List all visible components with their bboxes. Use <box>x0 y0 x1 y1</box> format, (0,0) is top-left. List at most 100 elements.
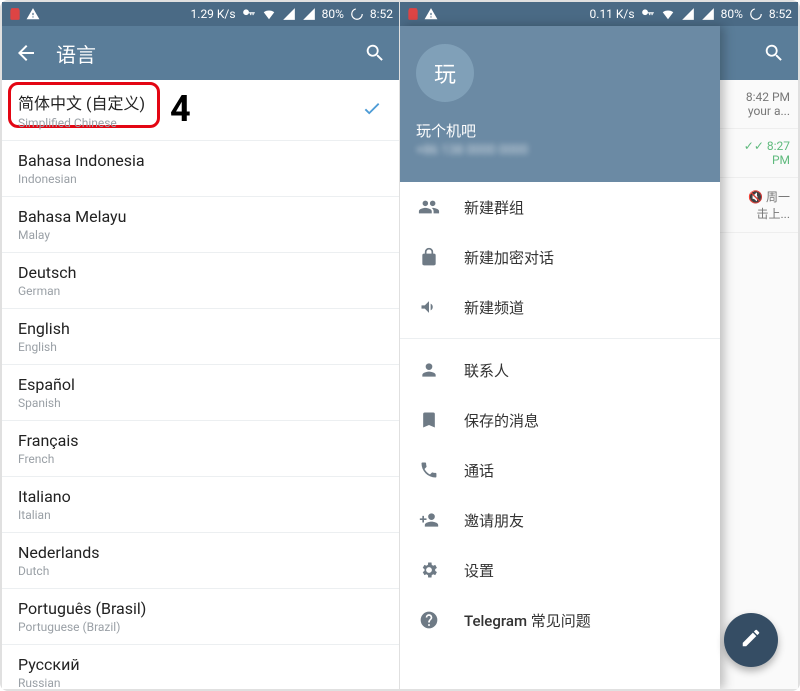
phone-icon <box>418 459 440 481</box>
drawer-item-new-group[interactable]: 新建群组 <box>400 182 720 232</box>
pencil-icon <box>740 627 762 653</box>
chat-time: 8:42 PM <box>726 90 790 104</box>
chat-list-peek: 8:42 PM your a... ✓✓ 8:27 PM 🔇 周一 击上... <box>718 26 798 689</box>
lock-icon <box>418 246 440 268</box>
drawer-label: 新建加密对话 <box>464 247 554 268</box>
drawer-label: 通话 <box>464 460 494 481</box>
language-subtitle: Portuguese (Brazil) <box>18 620 383 634</box>
drawer-header: 玩 玩个机吧 +86 138 0000 0000 <box>400 26 720 182</box>
drawer-label: 联系人 <box>464 360 509 381</box>
language-row[interactable]: Nederlands Dutch <box>2 533 399 589</box>
status-bar: 1.29 K/s 80% 8:52 <box>2 2 399 26</box>
compose-fab[interactable] <box>724 613 778 667</box>
warning-icon <box>424 7 438 21</box>
shopping-bag-icon <box>8 7 22 21</box>
chat-row-peek[interactable]: 🔇 周一 击上... <box>718 178 798 233</box>
warning-icon <box>26 7 40 21</box>
app-bar: 语言 <box>2 26 399 80</box>
battery-percent: 80% <box>721 7 743 21</box>
language-list: 4 简体中文 (自定义) Simplified Chinese Bahasa I… <box>2 80 399 689</box>
language-name: Português (Brasil) <box>18 599 383 618</box>
drawer-item-saved[interactable]: 保存的消息 <box>400 395 720 445</box>
drawer-item-contacts[interactable]: 联系人 <box>400 345 720 395</box>
search-icon[interactable] <box>363 41 387 65</box>
gear-icon <box>418 559 440 581</box>
network-speed: 1.29 K/s <box>191 7 236 21</box>
double-check-icon: ✓✓ <box>744 139 764 153</box>
drawer-label: 新建群组 <box>464 197 524 218</box>
language-subtitle: Indonesian <box>18 172 383 186</box>
language-subtitle: Simplified Chinese <box>18 116 361 130</box>
network-speed: 0.11 K/s <box>590 7 635 21</box>
app-bar-peek <box>718 26 798 80</box>
language-name: English <box>18 319 383 338</box>
language-row[interactable]: Italiano Italian <box>2 477 399 533</box>
invite-icon <box>418 509 440 531</box>
drawer-label: 设置 <box>464 560 494 581</box>
drawer-item-invite[interactable]: 邀请朋友 <box>400 495 720 545</box>
clock-time: 8:52 <box>370 7 393 21</box>
chat-time: 周一 <box>766 190 790 204</box>
group-icon <box>418 196 440 218</box>
language-subtitle: French <box>18 452 383 466</box>
signal-icon <box>282 7 296 21</box>
drawer-item-new-secret-chat[interactable]: 新建加密对话 <box>400 232 720 282</box>
language-name: Deutsch <box>18 263 383 282</box>
contact-icon <box>418 359 440 381</box>
language-row[interactable]: Français French <box>2 421 399 477</box>
drawer-item-calls[interactable]: 通话 <box>400 445 720 495</box>
language-name: Bahasa Melayu <box>18 207 383 226</box>
drawer-label: 邀请朋友 <box>464 510 524 531</box>
status-bar: 0.11 K/s 80% 8:52 <box>400 2 798 26</box>
language-subtitle: Russian <box>18 676 383 689</box>
language-subtitle: Spanish <box>18 396 383 410</box>
key-icon <box>242 7 256 21</box>
key-icon <box>641 7 655 21</box>
navigation-drawer: 玩 玩个机吧 +86 138 0000 0000 新建群组 新建加密对话 <box>400 26 720 689</box>
drawer-item-faq[interactable]: Telegram 常见问题 <box>400 595 720 645</box>
language-name: Nederlands <box>18 543 383 562</box>
check-icon <box>361 97 383 123</box>
data-saver-icon <box>350 7 364 21</box>
language-settings-screen: 1.29 K/s 80% 8:52 语言 <box>2 2 400 689</box>
signal-icon-2 <box>302 7 316 21</box>
language-row[interactable]: Español Spanish <box>2 365 399 421</box>
language-row[interactable]: 简体中文 (自定义) Simplified Chinese <box>2 80 399 141</box>
drawer-label: 新建频道 <box>464 297 524 318</box>
clock-time: 8:52 <box>769 7 792 21</box>
drawer-label: 保存的消息 <box>464 410 539 431</box>
language-subtitle: Dutch <box>18 564 383 578</box>
back-icon[interactable] <box>14 41 38 65</box>
bookmark-icon <box>418 409 440 431</box>
wifi-icon <box>262 7 276 21</box>
wifi-icon <box>661 7 675 21</box>
language-subtitle: Malay <box>18 228 383 242</box>
divider <box>400 338 720 339</box>
signal-icon <box>681 7 695 21</box>
language-name: Français <box>18 431 383 450</box>
language-name: 简体中文 (自定义) <box>18 90 361 114</box>
language-row[interactable]: Deutsch German <box>2 253 399 309</box>
language-name: Español <box>18 375 383 394</box>
drawer-screen: 0.11 K/s 80% 8:52 <box>400 2 798 689</box>
drawer-item-settings[interactable]: 设置 <box>400 545 720 595</box>
help-icon <box>418 609 440 631</box>
chat-preview: 击上... <box>726 205 790 222</box>
chat-time: 8:27 PM <box>767 139 790 167</box>
megaphone-icon <box>418 296 440 318</box>
battery-percent: 80% <box>322 7 344 21</box>
language-subtitle: Italian <box>18 508 383 522</box>
drawer-item-new-channel[interactable]: 新建频道 <box>400 282 720 332</box>
profile-phone: +86 138 0000 0000 <box>416 143 704 158</box>
signal-icon-2 <box>701 7 715 21</box>
search-icon[interactable] <box>762 41 786 65</box>
language-name: Italiano <box>18 487 383 506</box>
language-row[interactable]: English English <box>2 309 399 365</box>
language-row[interactable]: Bahasa Melayu Malay <box>2 197 399 253</box>
chat-row-peek[interactable]: 8:42 PM your a... <box>718 80 798 129</box>
chat-row-peek[interactable]: ✓✓ 8:27 PM <box>718 129 798 178</box>
avatar[interactable]: 玩 <box>416 44 474 102</box>
language-row[interactable]: Русский Russian <box>2 645 399 689</box>
language-row[interactable]: Bahasa Indonesia Indonesian <box>2 141 399 197</box>
language-row[interactable]: Português (Brasil) Portuguese (Brazil) <box>2 589 399 645</box>
